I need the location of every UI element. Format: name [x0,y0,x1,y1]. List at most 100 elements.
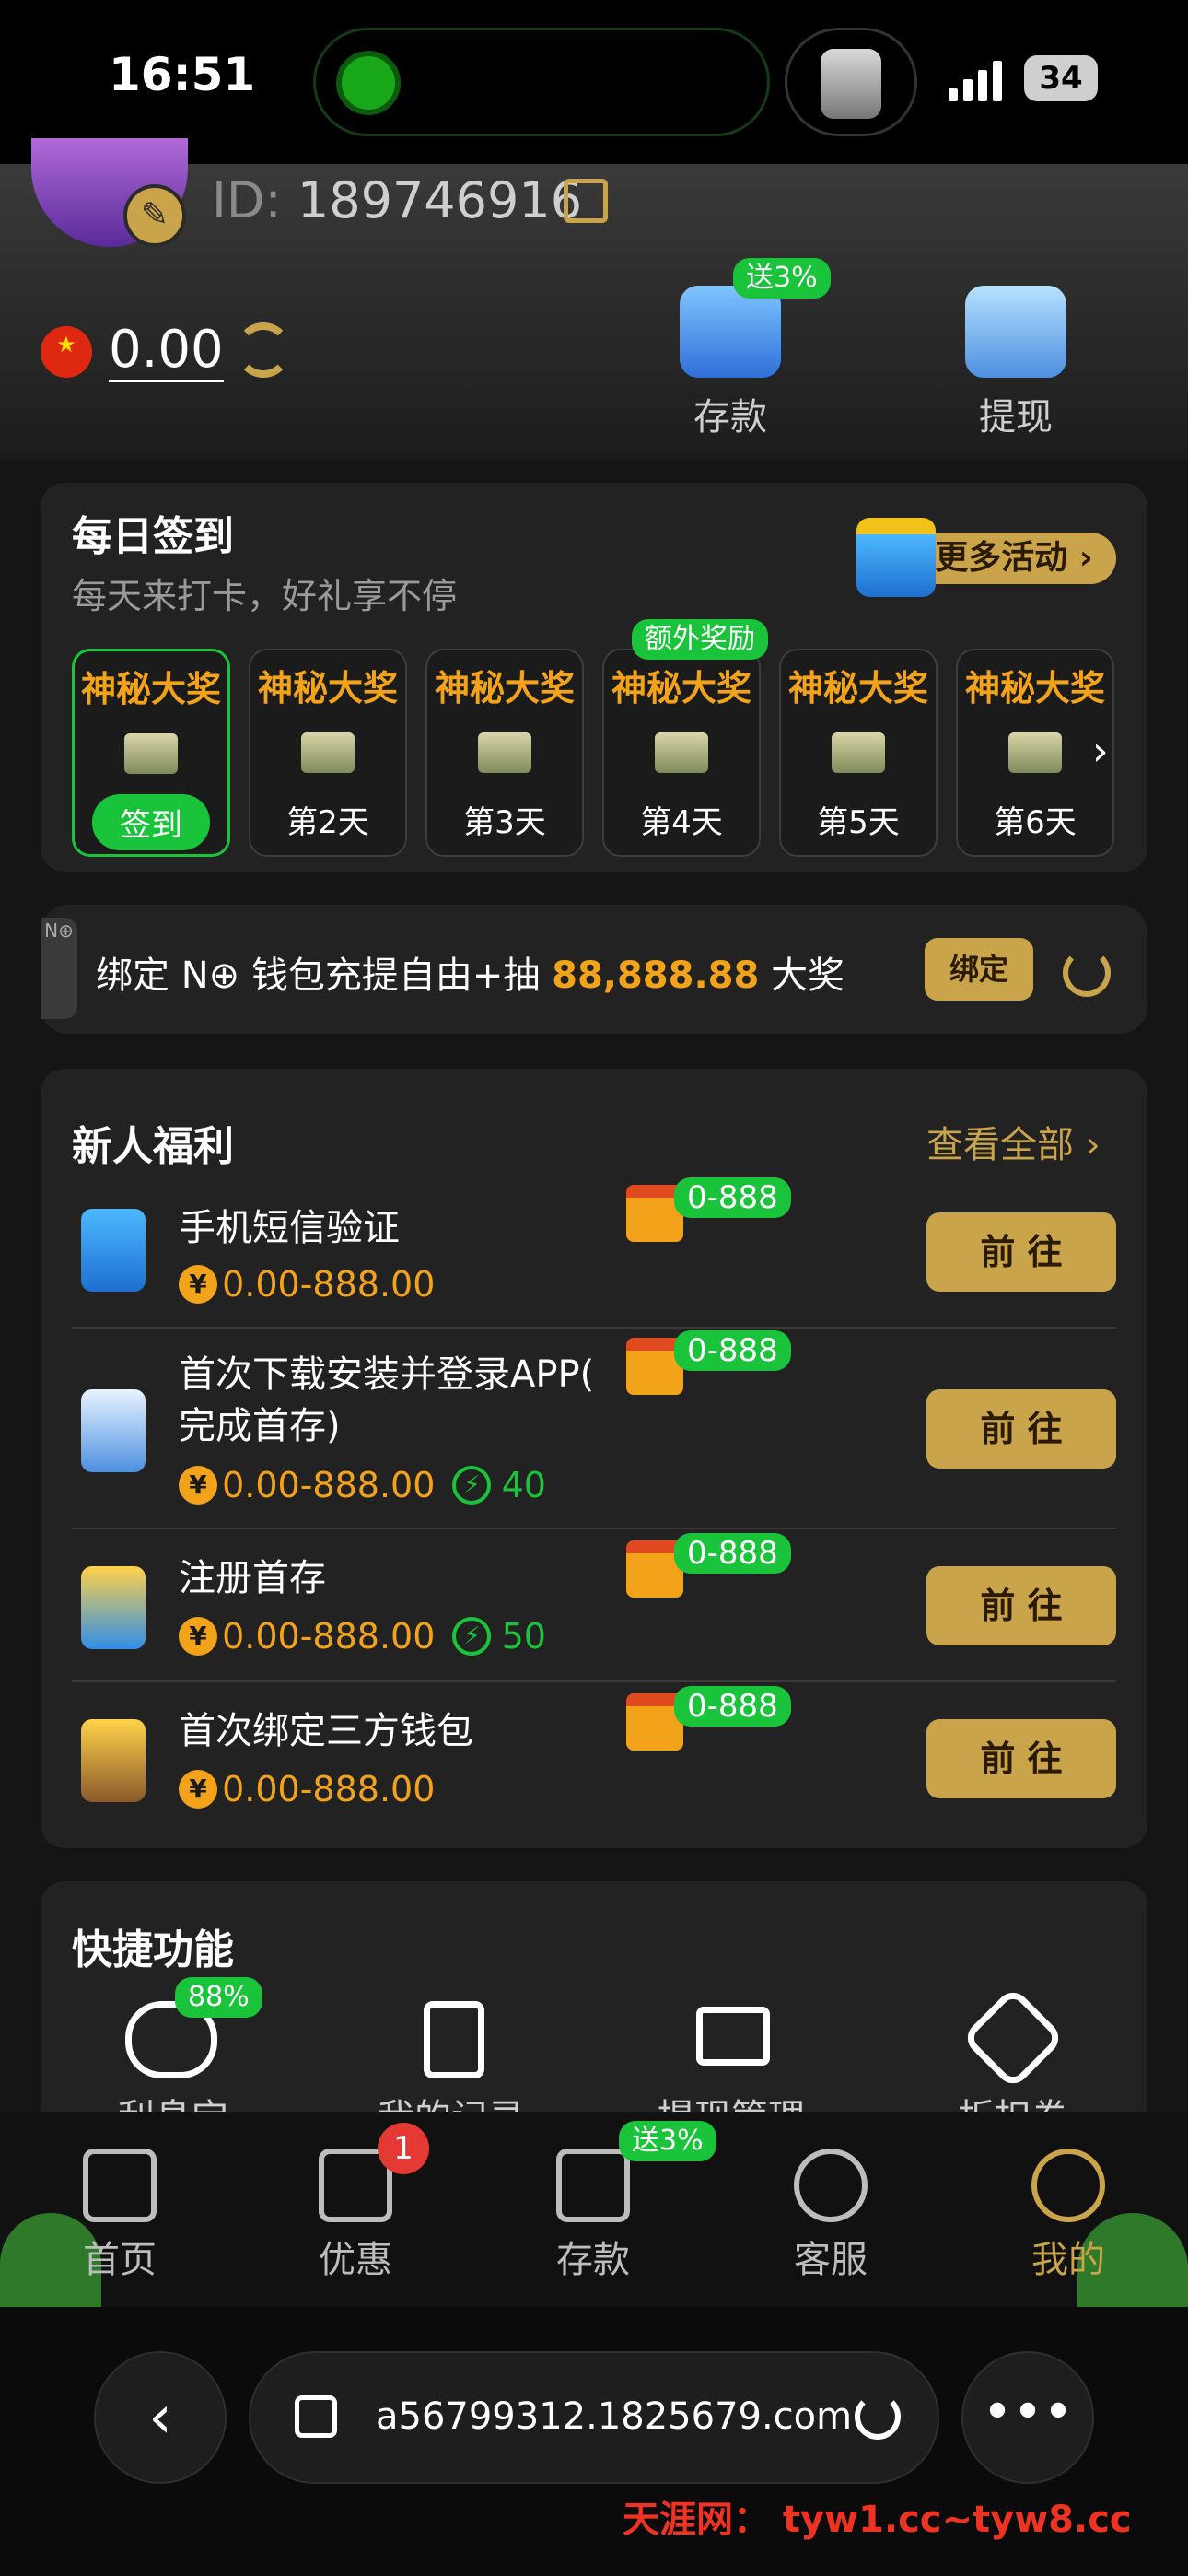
clipboard-icon[interactable] [424,2001,484,2078]
day-6-label: 第6天 [994,804,1077,841]
divider [72,1327,1116,1329]
wallet-text-a: 绑定 N⊕ 钱包充提自由+抽 [96,954,553,997]
nav-promotions-label: 优惠 [319,2239,392,2281]
task-3-bolt: 50 [501,1616,546,1657]
balance-value: 0.00 [109,321,224,382]
bolt-icon: ⚡ [452,1617,492,1656]
nav-deposit-badge: 送3% [619,2121,716,2161]
cash-icon [301,732,355,773]
copy-icon[interactable] [564,179,608,223]
yuan-coin-icon: ¥ [179,1265,217,1304]
deposit-action[interactable]: 存款 [661,286,799,440]
task-4-reward: ¥ 0.00-888.00 [179,1769,435,1809]
day-3-head: 神秘大奖 [434,668,575,708]
day-6-head: 神秘大奖 [964,668,1105,708]
go-button-3[interactable]: 前 往 [926,1566,1116,1645]
day-5-label: 第5天 [817,804,900,841]
card-icon [965,286,1066,378]
address-bar[interactable]: a56799312.1825679.com [249,2351,939,2484]
bolt-icon: ⚡ [452,1466,492,1505]
yuan-coin-icon: ¥ [179,1617,217,1656]
task-2-title: 首次下载安装并登录APP( 完成首存) [179,1349,594,1452]
user-icon [1031,2149,1105,2222]
headset-icon [794,2149,868,2222]
withdraw-action[interactable]: 提现 [947,286,1085,440]
cash-icon [478,732,531,773]
day-4-head: 神秘大奖 [611,668,751,708]
more-activities-button[interactable]: 更多活动 › [912,533,1116,584]
checkin-day-2[interactable]: 神秘大奖 第2天 [249,649,407,857]
newbie-title: 新人福利 [72,1123,234,1170]
wallet-icon [680,286,781,378]
wallet-nav-icon [556,2149,630,2222]
nav-deposit[interactable]: 存款 [510,2149,676,2283]
wallet-text-b: 大奖 [759,954,845,997]
checkin-day-6[interactable]: 神秘大奖 第6天 [956,649,1114,857]
edit-avatar-icon[interactable]: ✎ [123,184,186,247]
checkin-day-4[interactable]: 神秘大奖 第4天 [602,649,761,857]
view-all-label: 查看全部 [926,1124,1074,1166]
wallet-side-tab[interactable]: N⊕ [41,918,77,1019]
reload-icon[interactable] [855,2394,901,2440]
withdraw-action-label: 提现 [979,396,1053,439]
gift-box-icon [856,518,936,597]
divider [72,1528,1116,1529]
reward-badge: 0-888 [674,1533,791,1574]
card-manage-icon[interactable] [696,2007,770,2066]
user-id-label: ID: [212,171,282,229]
deposit-action-label: 存款 [693,396,767,439]
task-1-title: 手机短信验证 [179,1207,400,1249]
more-activities-label: 更多活动 [935,539,1068,577]
battery-icon: 34 [1024,55,1098,101]
extra-reward-badge: 额外奖励 [632,619,768,660]
nav-home[interactable]: 首页 [37,2149,203,2283]
url-text: a56799312.1825679.com [376,2395,853,2438]
pip-thumbnail[interactable] [785,28,917,136]
bind-wallet-button[interactable]: 绑定 [925,938,1033,1001]
deposit-bonus-badge: 送3% [733,258,831,299]
go-button-1[interactable]: 前 往 [926,1212,1116,1292]
cash-icon [832,732,885,773]
reward-badge: 0-888 [674,1330,791,1371]
cash-icon [1008,732,1062,773]
back-button[interactable]: ‹ [94,2351,227,2484]
checkin-day-3[interactable]: 神秘大奖 第3天 [425,649,584,857]
refresh-balance-icon[interactable] [236,322,291,378]
status-time: 16:51 [109,48,256,101]
day-5-head: 神秘大奖 [787,668,928,708]
refresh-icon[interactable] [1063,949,1111,997]
go-button-4[interactable]: 前 往 [926,1719,1116,1798]
cash-icon [655,732,708,773]
task-2-amount: 0.00-888.00 [222,1465,436,1505]
nav-support[interactable]: 客服 [748,2149,914,2283]
quick-labels-row: 利息宝 我的记录 提现管理 折扣券 [41,2088,1147,2112]
day-2-head: 神秘大奖 [257,668,398,708]
checkin-day-5[interactable]: 神秘大奖 第5天 [779,649,938,857]
wallet-link-icon [81,1719,146,1802]
reward-badge: 0-888 [674,1686,791,1727]
bottom-nav: 首页 优惠 1 存款 送3% 客服 我的 [0,2112,1188,2314]
view-all-link[interactable]: 查看全部 › [926,1115,1101,1168]
task-4-amount: 0.00-888.00 [222,1769,436,1809]
quick-label-2: 我的记录 [378,2088,525,2112]
phone-shield-icon [81,1209,146,1292]
dynamic-island [313,28,770,136]
reward-badge: 0-888 [674,1177,791,1218]
day-2-label: 第2天 [286,804,369,841]
go-button-2[interactable]: 前 往 [926,1389,1116,1469]
nav-profile[interactable]: 我的 [985,2149,1151,2283]
yuan-coin-icon: ¥ [179,1770,217,1809]
signal-icon [949,61,1007,101]
china-flag-icon: ★ [41,326,92,378]
pip-image [821,49,881,119]
quick-title: 快捷功能 [72,1926,234,1973]
yuan-coin-icon: ¥ [179,1466,217,1505]
nav-profile-label: 我的 [1031,2239,1105,2281]
checkin-day-1[interactable]: 神秘大奖 签到 [72,649,230,857]
home-icon [83,2149,157,2222]
task-2-bolt: 40 [501,1465,546,1505]
chevron-right-icon[interactable]: › [1092,728,1109,775]
more-menu-button[interactable]: ••• [961,2351,1094,2484]
checkin-subtitle: 每天来打卡，好礼享不停 [72,576,458,616]
user-id-value: 189746916 [297,171,583,229]
